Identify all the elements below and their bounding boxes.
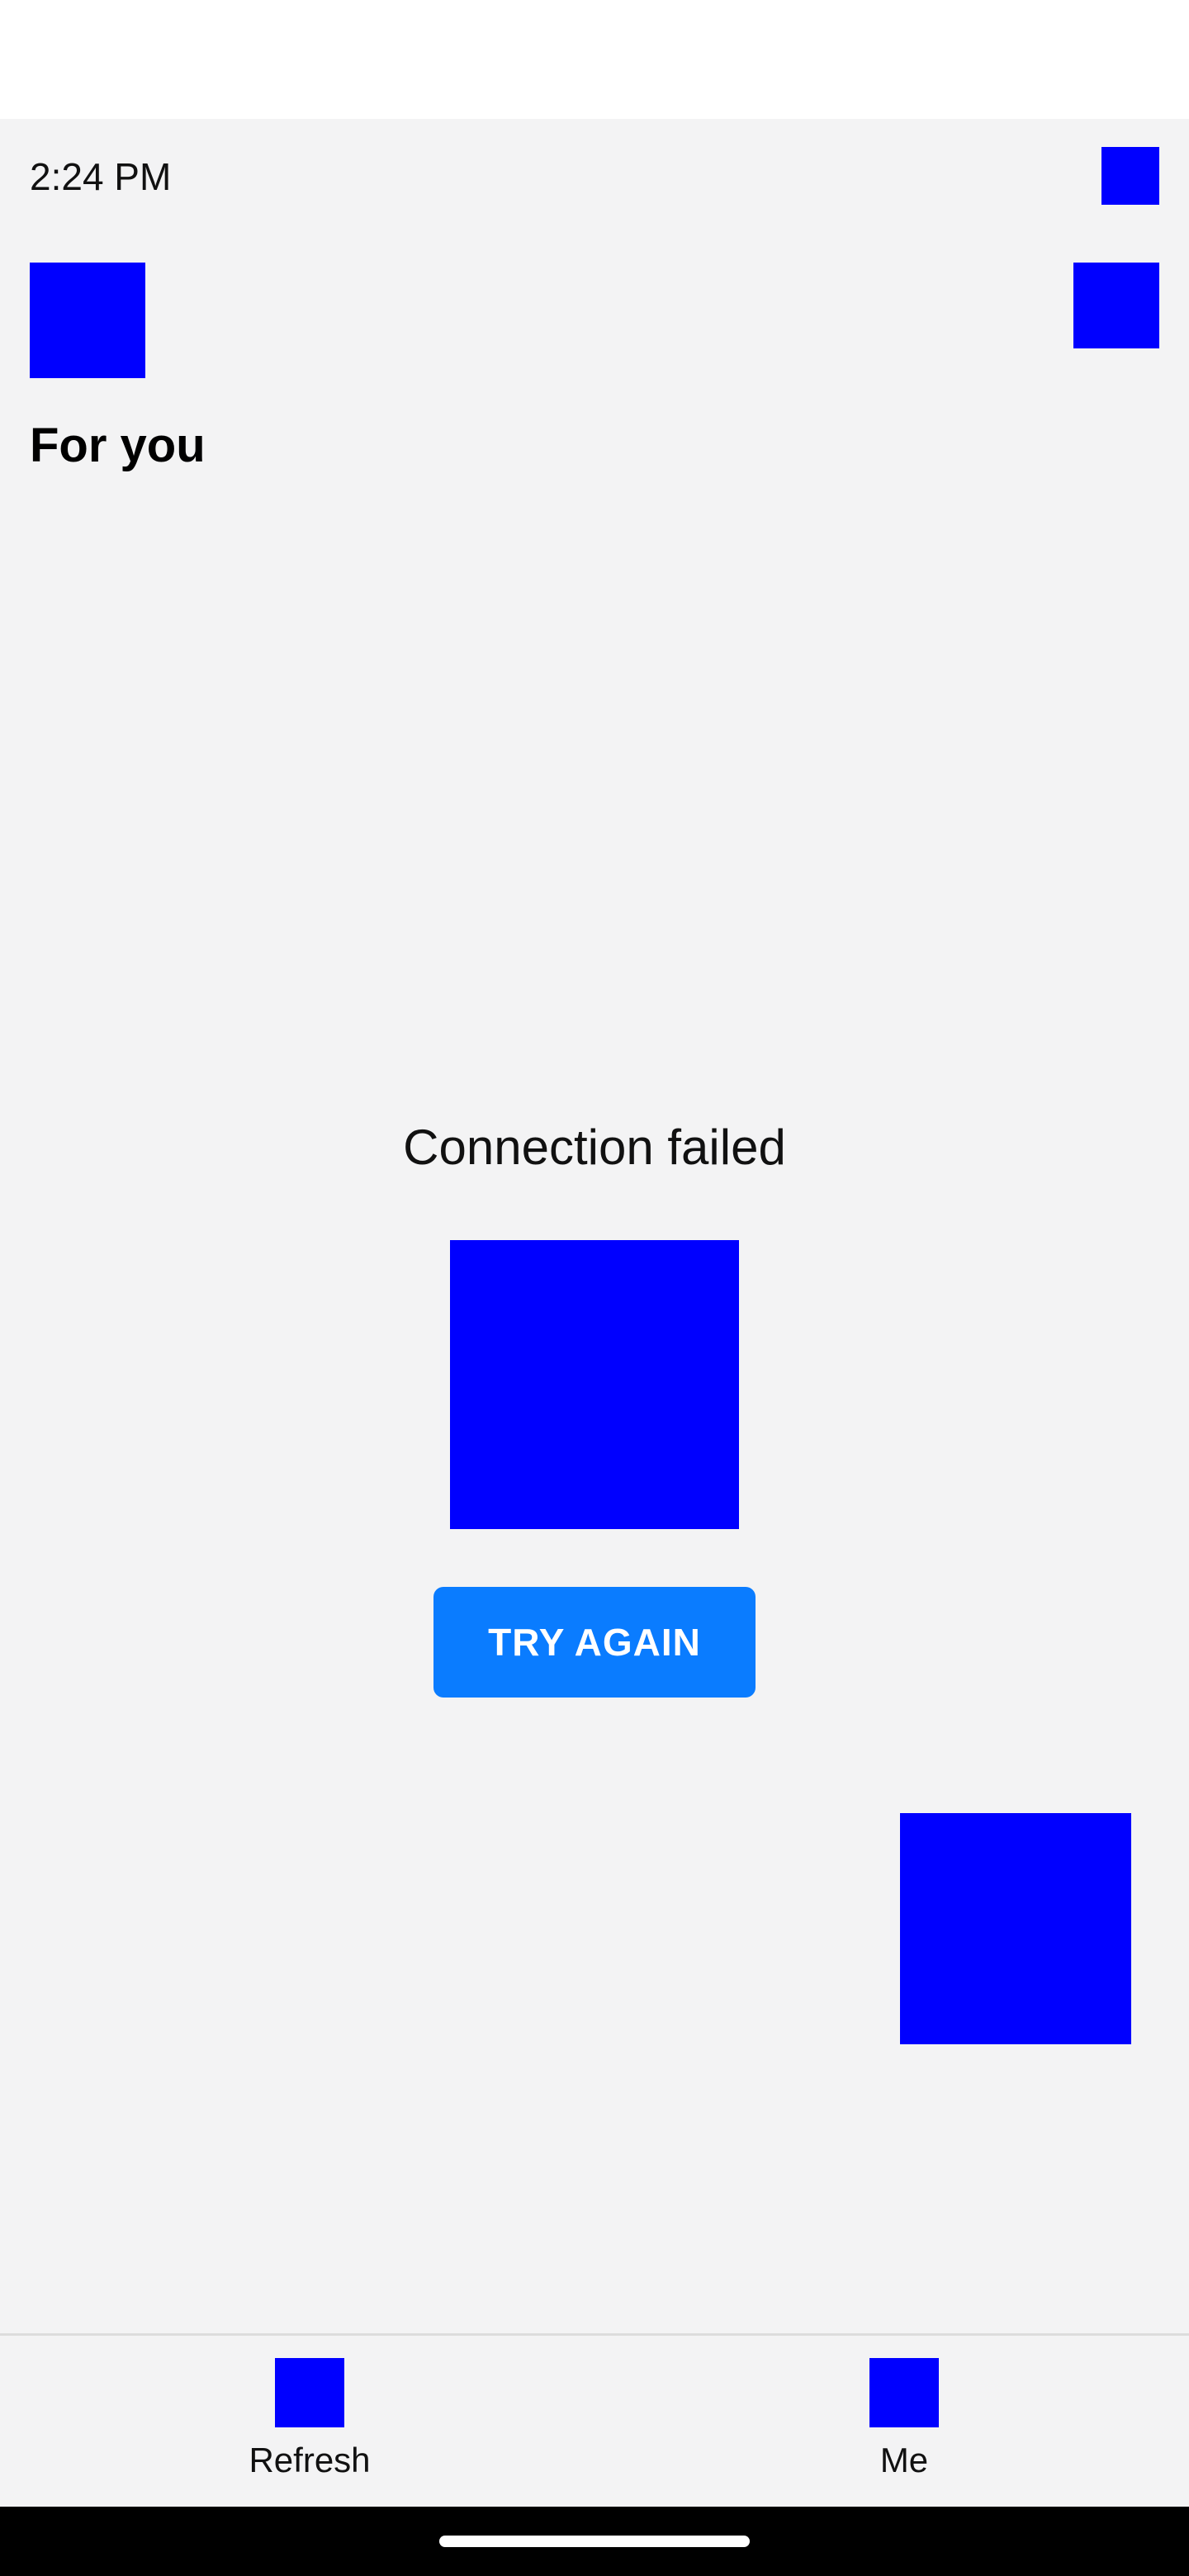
nav-item-me[interactable]: Me: [780, 2336, 1028, 2509]
menu-icon[interactable]: [30, 263, 145, 378]
nav-item-refresh[interactable]: Refresh: [186, 2336, 433, 2509]
home-gesture-handle[interactable]: [439, 2536, 750, 2547]
try-again-button[interactable]: TRY AGAIN: [433, 1587, 756, 1698]
nav-label-refresh: Refresh: [249, 2441, 371, 2479]
refresh-icon: [275, 2358, 344, 2427]
bottom-navigation: Refresh Me: [0, 2333, 1189, 2507]
status-time: 2:24 PM: [30, 155, 172, 198]
page-title: For you: [30, 419, 206, 472]
connection-error-illustration-icon: [450, 1240, 739, 1529]
nav-label-me: Me: [879, 2441, 929, 2479]
status-indicator-icon: [1101, 147, 1159, 205]
top-blank-area: [0, 0, 1189, 119]
profile-icon: [869, 2358, 939, 2427]
error-message: Connection failed: [403, 1120, 786, 1175]
floating-action-icon[interactable]: [900, 1813, 1131, 2044]
action-icon[interactable]: [1073, 263, 1159, 348]
